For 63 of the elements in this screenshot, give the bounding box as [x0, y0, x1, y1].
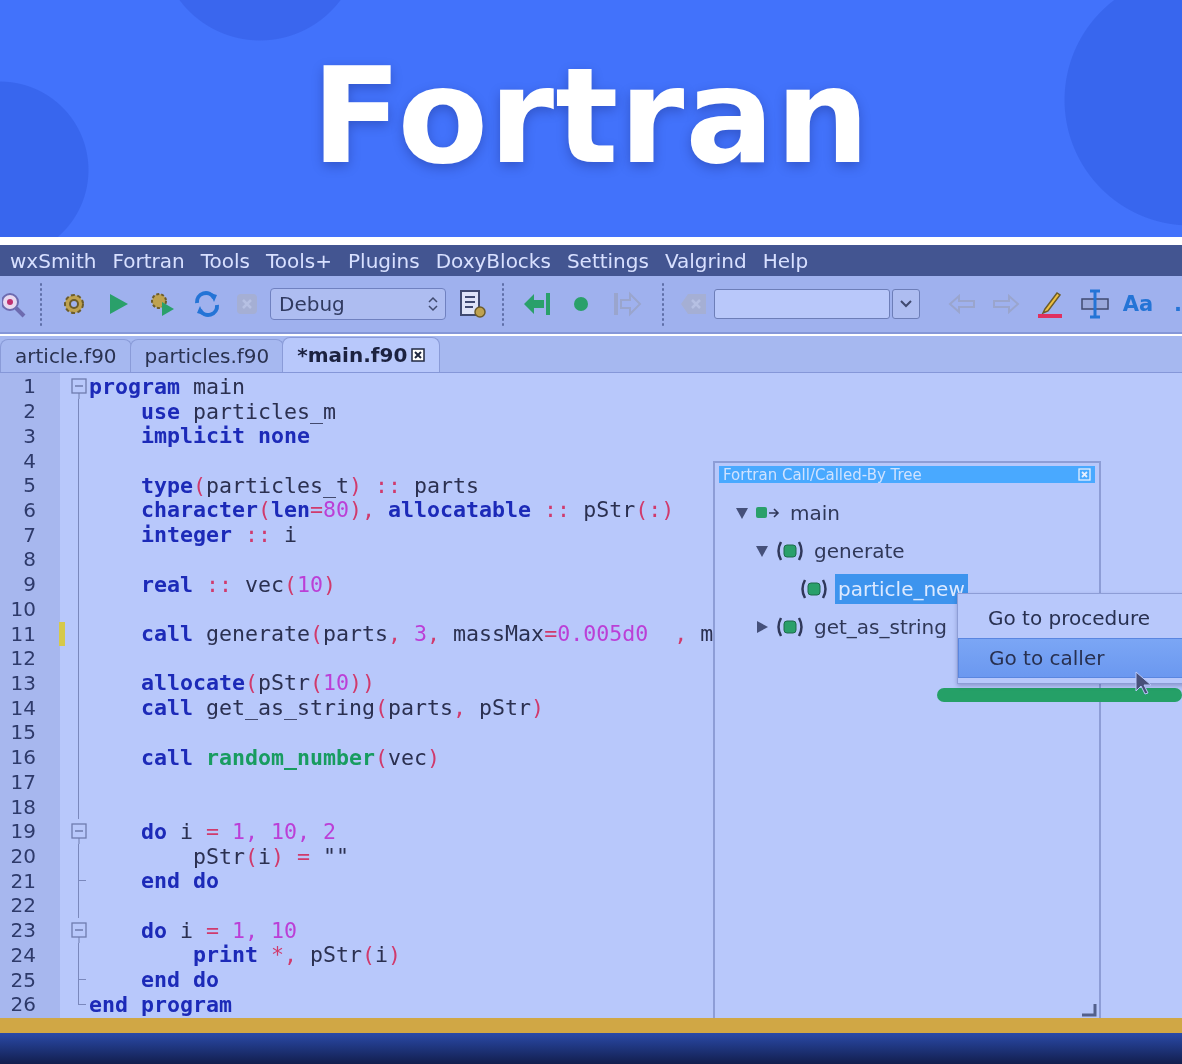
code-line: end do [140, 967, 219, 993]
code-line: end program [89, 991, 232, 1017]
line-number: 10 [9, 596, 36, 621]
line-number: 24 [9, 942, 36, 967]
line-number: 17 [9, 769, 36, 794]
build-target-dropdown[interactable]: Debug [270, 288, 446, 320]
file-tab[interactable]: *main.f90 [282, 337, 441, 372]
line-number: 14 [9, 695, 36, 720]
code-line: print *, pStr(i) [192, 942, 402, 968]
context-menu-item[interactable]: Go to caller [958, 638, 1182, 678]
code-line: implicit none [140, 423, 310, 449]
tree-item[interactable]: main [787, 498, 843, 528]
code-line: do i = 1, 10 [140, 917, 298, 943]
line-number: 25 [9, 967, 36, 992]
line-number: 13 [9, 671, 36, 695]
line-number: 6 [22, 497, 36, 522]
code-line: integer :: i [140, 522, 298, 548]
menu-item[interactable]: Settings [558, 248, 657, 273]
menu-item[interactable]: Help [754, 248, 817, 273]
line-number: 7 [22, 522, 36, 547]
code-line: call random_number(vec) [140, 744, 441, 770]
file-tab[interactable]: particles.f90 [129, 339, 285, 372]
code-line: call generate(parts, 3, massMax=0.005d0 , m [140, 621, 714, 647]
line-number: 12 [9, 646, 36, 671]
menu-item[interactable]: Tools [192, 248, 258, 273]
line-number: 26 [9, 992, 36, 1017]
line-number: 9 [22, 572, 36, 597]
line-number: 8 [22, 547, 36, 572]
menu-item[interactable]: Fortran [104, 248, 193, 273]
line-number: 22 [9, 893, 36, 918]
code-line: allocate(pStr(10)) [140, 670, 376, 696]
menu-item[interactable]: DoxyBlocks [427, 248, 559, 273]
code-line: character(len=80), allocatable :: pStr(:) [140, 497, 675, 523]
line-number: 20 [9, 844, 36, 868]
line-number: 5 [22, 473, 36, 498]
code-line: use particles_m [140, 398, 337, 424]
menu-item[interactable]: Valgrind [656, 248, 755, 273]
tree-item[interactable]: get_as_string [811, 612, 950, 642]
panel-title: Fortran Call/Called-By Tree [723, 465, 922, 484]
code-line: end do [140, 868, 219, 894]
code-line: program main [89, 373, 246, 399]
code-line: real :: vec(10) [140, 571, 337, 597]
line-number: 2 [22, 399, 36, 424]
line-number: 3 [22, 423, 36, 448]
tree-item[interactable]: generate [811, 536, 908, 566]
code-line: type(particles_t) :: parts [140, 472, 480, 498]
line-number: 1 [22, 374, 36, 399]
menu-item[interactable]: wxSmith [2, 248, 105, 273]
banner-title: Fortran [311, 38, 871, 193]
line-number: 4 [22, 448, 36, 473]
menu-item[interactable]: Tools+ [258, 248, 340, 273]
line-number: 18 [9, 794, 36, 819]
line-number: 21 [9, 868, 36, 893]
line-number: 11 [9, 621, 36, 646]
line-number: 23 [9, 918, 36, 943]
menu-item[interactable]: Plugins [340, 248, 428, 273]
code-line: do i = 1, 10, 2 [140, 818, 337, 844]
file-tab[interactable]: article.f90 [0, 339, 132, 372]
line-number: 16 [9, 745, 36, 770]
line-number: 19 [9, 819, 36, 844]
code-line: pStr(i) = "" [192, 843, 350, 869]
line-number: 15 [9, 720, 36, 745]
code-line: call get_as_string(parts, pStr) [140, 695, 545, 721]
